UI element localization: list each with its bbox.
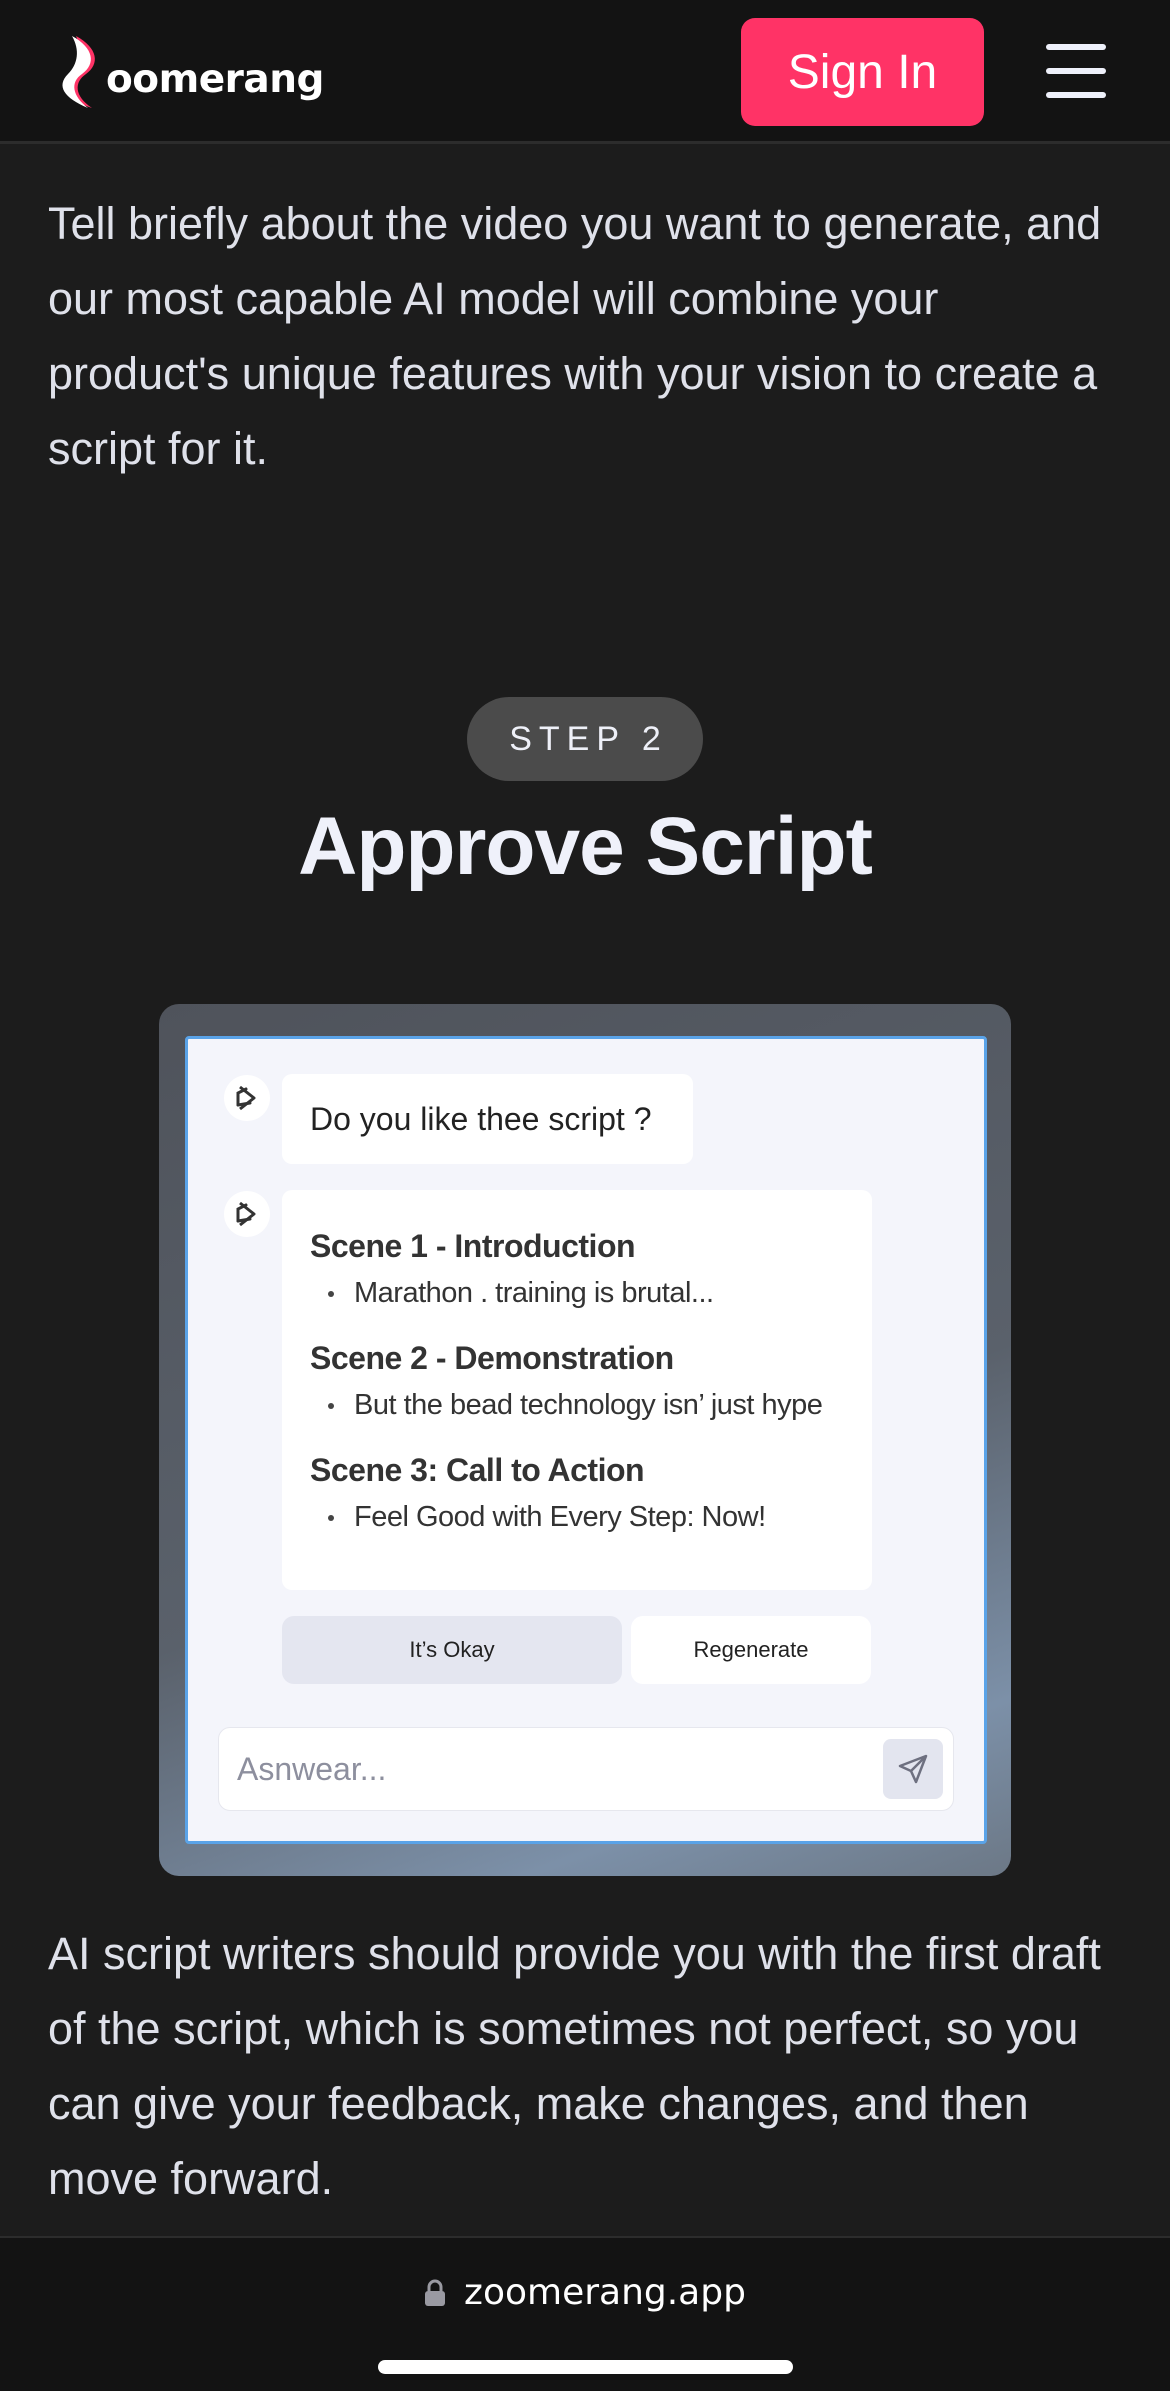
its-okay-button[interactable]: It’s Okay [282,1616,622,1684]
scene-bullet: Feel Good with Every Step: Now! [310,1501,844,1534]
lock-icon [425,2279,446,2306]
scene-block: Scene 2 - Demonstration But the bead tec… [310,1340,844,1422]
scene-block: Scene 3: Call to Action Feel Good with E… [310,1452,844,1534]
url-bar[interactable]: zoomerang.app [0,2272,1170,2313]
bullet-icon [328,1290,334,1297]
scene-line: Marathon . training is brutal... [354,1277,714,1309]
hamburger-menu-icon[interactable] [1046,44,1108,100]
ai-logo-icon [236,1201,256,1227]
url-text: zoomerang.app [464,2272,746,2313]
intro-paragraph: Tell briefly about the video you want to… [48,198,1102,474]
question-bubble: Do you like thee script ? [282,1074,693,1164]
regenerate-button[interactable]: Regenerate [631,1616,871,1684]
menu-line [1046,92,1106,98]
scene-line: Feel Good with Every Step: Now! [354,1501,766,1533]
scene-title: Scene 3: Call to Action [310,1452,645,1488]
scene-title: Scene 1 - Introduction [310,1228,636,1264]
scene-title: Scene 2 - Demonstration [310,1340,674,1376]
bullet-icon [328,1402,334,1409]
scene-bullet: But the bead technology isn’ just hype [310,1389,844,1422]
menu-line [1046,68,1106,74]
sign-in-button[interactable]: Sign In [741,18,984,126]
send-icon [898,1754,928,1784]
send-button[interactable] [883,1739,943,1799]
zoomerang-logo[interactable]: oomerang [56,34,324,110]
script-bubble: Scene 1 - Introduction Marathon . traini… [282,1190,872,1590]
scene-bullet: Marathon . training is brutal... [310,1277,844,1310]
chat-mockup: Do you like thee script ? Scene 1 - Intr… [185,1036,987,1844]
section-title: Approve Script [298,801,873,892]
bullet-icon [328,1514,334,1521]
assistant-avatar [224,1191,270,1237]
description-paragraph: AI script writers should provide you wit… [48,1928,1101,2204]
browser-bottom-bar: zoomerang.app [0,2236,1170,2391]
menu-line [1046,44,1106,50]
step-badge: STEP 2 [467,697,703,781]
answer-input[interactable] [237,1728,837,1810]
scene-block: Scene 1 - Introduction Marathon . traini… [310,1228,844,1310]
logo-text: oomerang [106,56,324,102]
top-navigation-bar: oomerang Sign In [0,0,1170,144]
ai-logo-icon [236,1085,256,1111]
answer-box [218,1727,954,1811]
assistant-avatar [224,1075,270,1121]
home-indicator[interactable] [378,2360,793,2374]
scene-line: But the bead technology isn’ just hype [354,1389,823,1421]
